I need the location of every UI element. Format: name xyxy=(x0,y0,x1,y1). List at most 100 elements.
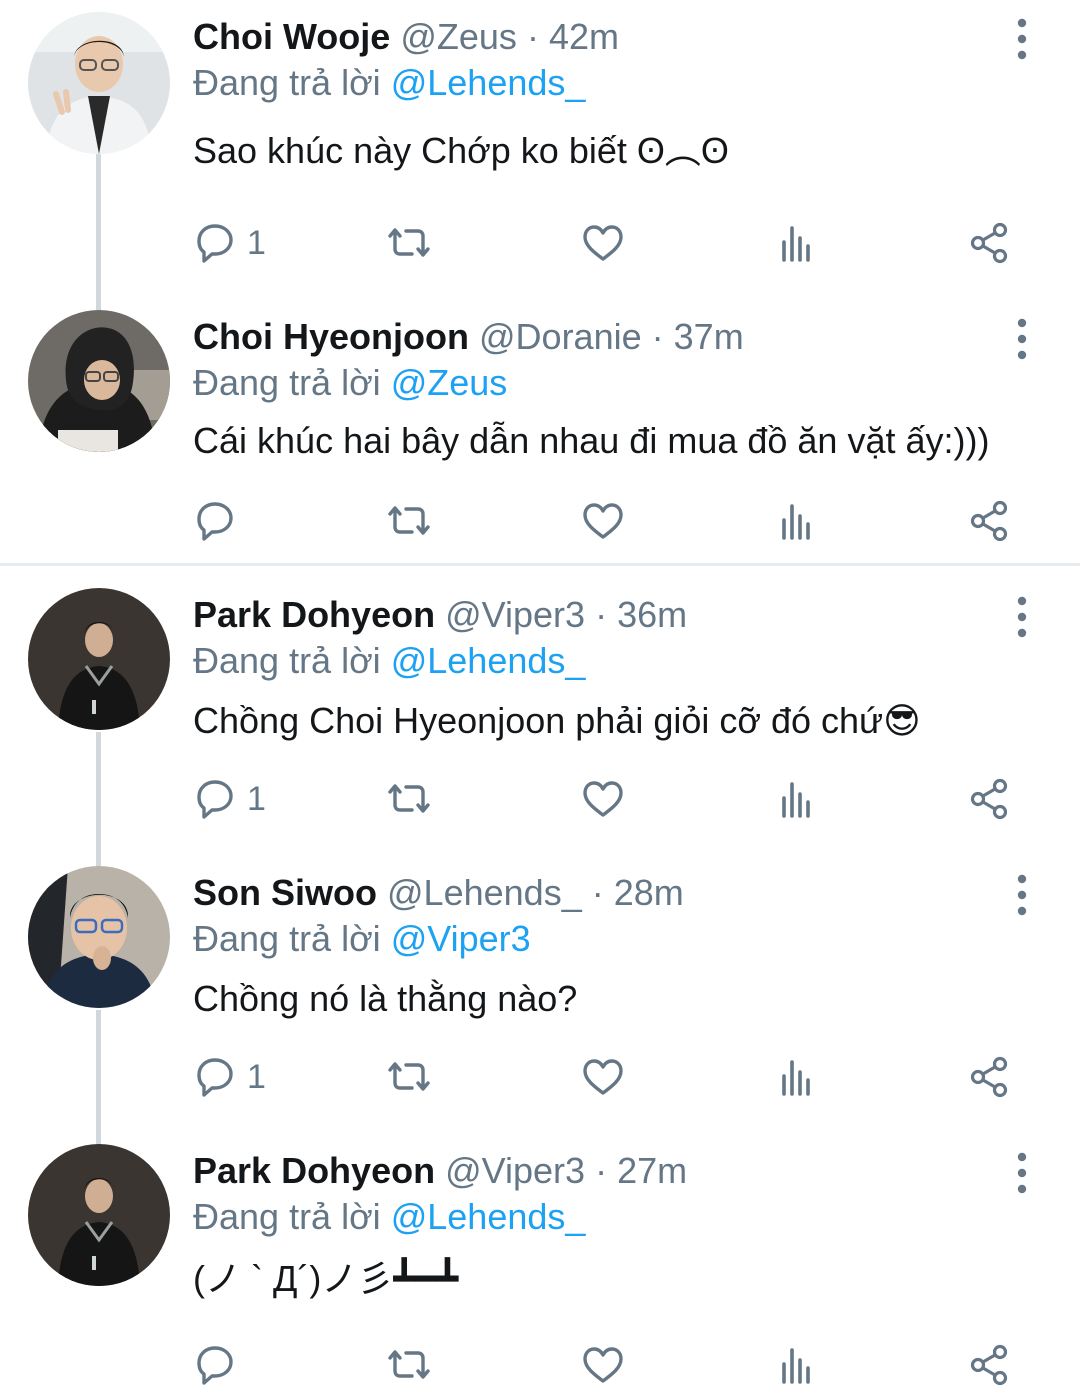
analytics-icon xyxy=(782,504,810,540)
like-icon xyxy=(583,1347,623,1383)
like-icon xyxy=(583,503,623,539)
tweet-text: Sao khúc này Chớp ko biết ʘ︵ʘ xyxy=(193,130,729,171)
replying-to-label: Đang trả lời xyxy=(193,918,381,959)
retweet-button[interactable] xyxy=(386,218,434,268)
more-options-button[interactable] xyxy=(1006,1151,1038,1195)
reply-icon xyxy=(197,502,233,541)
separator-dot: · xyxy=(595,1150,608,1191)
retweet-icon xyxy=(388,506,430,535)
analytics-button[interactable] xyxy=(778,1052,818,1102)
tweet[interactable]: Choi Hyeonjoon @Doranie · 37m Đang trả l… xyxy=(0,300,1080,562)
timestamp[interactable]: 27m xyxy=(617,1150,687,1191)
more-options-icon xyxy=(1017,18,1027,60)
separator-dot: · xyxy=(595,594,608,635)
username[interactable]: @Viper3 xyxy=(445,594,585,635)
tweet[interactable]: Park Dohyeon @Viper3 · 36m Đang trả lời … xyxy=(0,578,1080,856)
like-button[interactable] xyxy=(581,1052,627,1102)
share-button[interactable] xyxy=(969,1340,1013,1390)
tweet[interactable]: Choi Wooje @Zeus · 42m Đang trả lời @Leh… xyxy=(0,0,1080,300)
avatar-image xyxy=(28,866,170,1008)
tweet-text: (ノ ` Д´)ノ彡┻━┻ xyxy=(193,1258,459,1299)
analytics-button[interactable] xyxy=(778,1340,818,1390)
replying-to-label: Đang trả lời xyxy=(193,1196,381,1237)
reply-icon xyxy=(197,224,233,263)
username[interactable]: @Zeus xyxy=(400,16,517,57)
avatar[interactable] xyxy=(28,12,170,154)
display-name[interactable]: Choi Wooje xyxy=(193,16,390,57)
reply-count: 1 xyxy=(247,1058,266,1096)
separator-dot: · xyxy=(651,316,664,357)
share-button[interactable] xyxy=(969,218,1013,268)
replying-to-label: Đang trả lời xyxy=(193,640,381,681)
analytics-icon xyxy=(782,1348,810,1384)
reply-button[interactable]: 1 xyxy=(193,218,273,268)
like-button[interactable] xyxy=(581,774,627,824)
more-options-button[interactable] xyxy=(1006,317,1038,361)
retweet-button[interactable] xyxy=(386,1052,434,1102)
reply-icon xyxy=(197,1346,233,1385)
reply-button[interactable]: 1 xyxy=(193,1052,273,1102)
reply-button[interactable] xyxy=(193,496,273,546)
tweet-header: Choi Wooje @Zeus · 42m xyxy=(193,14,619,60)
like-button[interactable] xyxy=(581,496,627,546)
retweet-icon xyxy=(388,228,430,257)
like-icon xyxy=(583,1059,623,1095)
tweet-header: Son Siwoo @Lehends_ · 28m xyxy=(193,870,684,916)
username[interactable]: @Viper3 xyxy=(445,1150,585,1191)
username[interactable]: @Lehends_ xyxy=(387,872,582,913)
reply-count: 1 xyxy=(247,224,266,262)
replying-to-mention[interactable]: @Viper3 xyxy=(391,918,531,959)
avatar-image xyxy=(28,588,170,730)
display-name[interactable]: Choi Hyeonjoon xyxy=(193,316,469,357)
replying-to-mention[interactable]: @Lehends_ xyxy=(391,640,586,681)
analytics-icon xyxy=(782,782,810,818)
reply-icon xyxy=(197,1058,233,1097)
share-button[interactable] xyxy=(969,496,1013,546)
replying-to-mention[interactable]: @Lehends_ xyxy=(391,62,586,103)
avatar-image xyxy=(28,12,170,154)
like-button[interactable] xyxy=(581,1340,627,1390)
tweet[interactable]: Son Siwoo @Lehends_ · 28m Đang trả lời @… xyxy=(0,856,1080,1134)
more-options-icon xyxy=(1017,874,1027,916)
analytics-button[interactable] xyxy=(778,496,818,546)
tweet-text: Chồng Choi Hyeonjoon phải giỏi cỡ đó chứ… xyxy=(193,700,921,741)
analytics-icon xyxy=(782,226,810,262)
avatar[interactable] xyxy=(28,866,170,1008)
tweet-actions: 1 xyxy=(0,218,1080,268)
more-options-button[interactable] xyxy=(1006,17,1038,61)
replying-to-mention[interactable]: @Zeus xyxy=(391,362,508,403)
retweet-icon xyxy=(388,1062,430,1091)
more-options-button[interactable] xyxy=(1006,873,1038,917)
replying-to-line: Đang trả lời @Lehends_ xyxy=(193,60,585,106)
avatar[interactable] xyxy=(28,1144,170,1286)
analytics-button[interactable] xyxy=(778,774,818,824)
username[interactable]: @Doranie xyxy=(479,316,642,357)
analytics-button[interactable] xyxy=(778,218,818,268)
share-button[interactable] xyxy=(969,774,1013,824)
reply-button[interactable]: 1 xyxy=(193,774,273,824)
avatar[interactable] xyxy=(28,310,170,452)
reply-icon xyxy=(197,780,233,819)
more-options-button[interactable] xyxy=(1006,595,1038,639)
display-name[interactable]: Park Dohyeon xyxy=(193,1150,435,1191)
timestamp[interactable]: 28m xyxy=(614,872,684,913)
reply-button[interactable] xyxy=(193,1340,273,1390)
avatar-image xyxy=(28,1144,170,1286)
share-icon xyxy=(970,222,1008,264)
retweet-button[interactable] xyxy=(386,774,434,824)
timestamp[interactable]: 42m xyxy=(549,16,619,57)
display-name[interactable]: Park Dohyeon xyxy=(193,594,435,635)
timestamp[interactable]: 36m xyxy=(617,594,687,635)
like-button[interactable] xyxy=(581,218,627,268)
avatar[interactable] xyxy=(28,588,170,730)
tweet-actions xyxy=(0,1340,1080,1390)
avatar-image xyxy=(28,310,170,452)
timestamp[interactable]: 37m xyxy=(674,316,744,357)
tweet[interactable]: Park Dohyeon @Viper3 · 27m Đang trả lời … xyxy=(0,1134,1080,1386)
display-name[interactable]: Son Siwoo xyxy=(193,872,377,913)
tweet-header: Park Dohyeon @Viper3 · 27m xyxy=(193,1148,687,1194)
retweet-button[interactable] xyxy=(386,1340,434,1390)
retweet-button[interactable] xyxy=(386,496,434,546)
share-button[interactable] xyxy=(969,1052,1013,1102)
replying-to-mention[interactable]: @Lehends_ xyxy=(391,1196,586,1237)
